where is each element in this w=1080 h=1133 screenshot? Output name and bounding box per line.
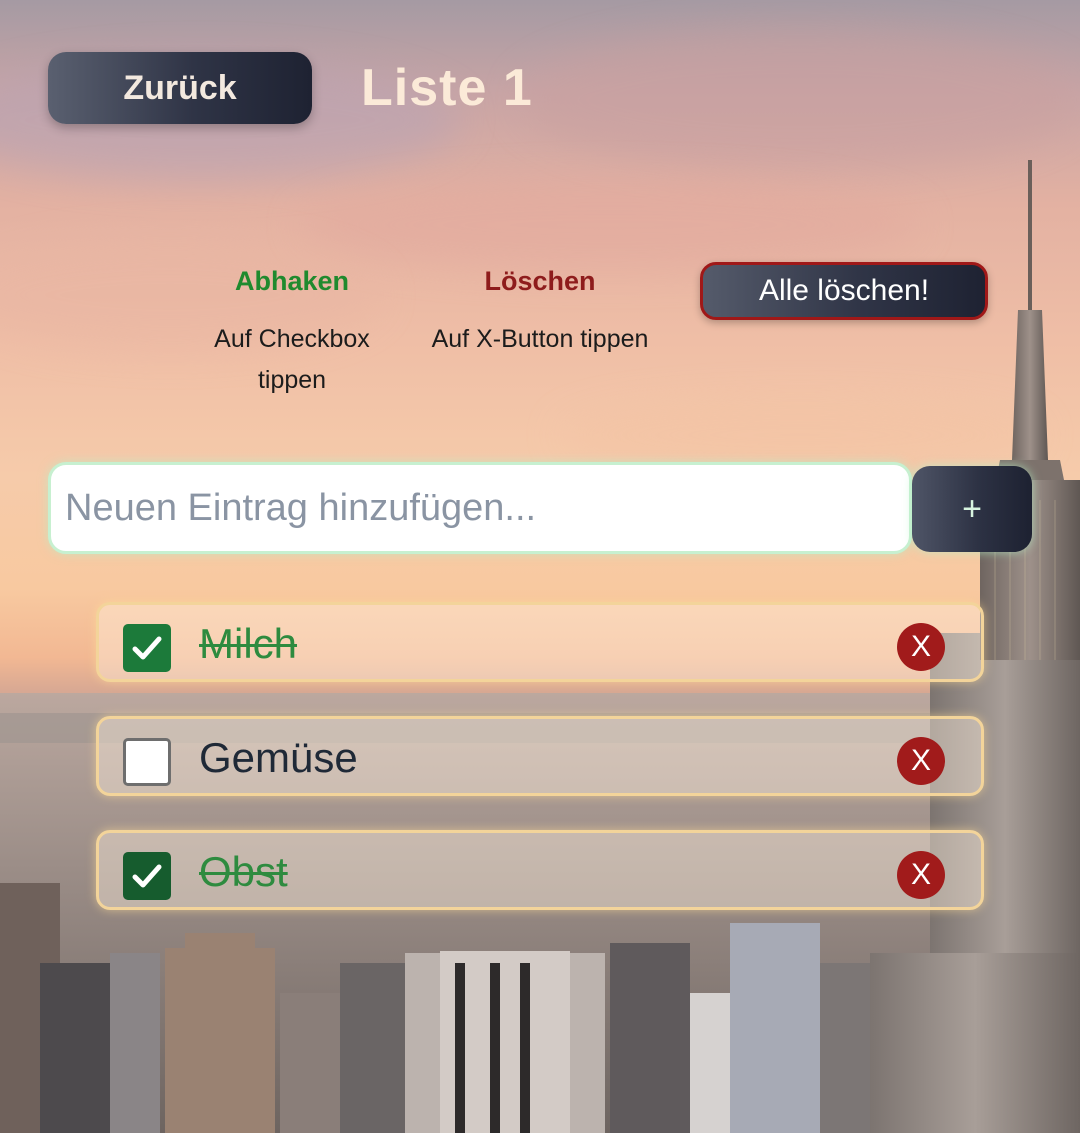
- todo-list: Milch X Gemüse X Obst X: [96, 602, 984, 944]
- hint-delete-title: Löschen: [484, 266, 596, 296]
- delete-item-button[interactable]: X: [897, 851, 945, 899]
- list-item: Milch X: [96, 602, 984, 682]
- check-icon: [132, 864, 162, 888]
- plus-icon: +: [962, 489, 982, 528]
- item-checkbox[interactable]: [123, 624, 171, 672]
- list-item: Obst X: [96, 830, 984, 910]
- item-label: Gemüse: [199, 734, 358, 781]
- item-checkbox[interactable]: [123, 852, 171, 900]
- close-x-icon: X: [910, 858, 931, 891]
- hint-check-title: Abhaken: [234, 266, 350, 296]
- back-button[interactable]: Zurück: [48, 52, 312, 124]
- hint-check-text: Auf Checkbox tippen: [214, 325, 370, 394]
- check-icon: [132, 636, 162, 660]
- item-label: Obst: [199, 848, 288, 895]
- hint-delete-text: Auf X-Button tippen: [431, 325, 649, 353]
- hint-check: Abhaken Auf Checkbox tippen: [192, 266, 392, 401]
- list-item: Gemüse X: [96, 716, 984, 796]
- tower-image: [980, 160, 1080, 660]
- delete-all-button[interactable]: Alle löschen!: [700, 262, 988, 320]
- delete-item-button[interactable]: X: [897, 623, 945, 671]
- hint-delete: Löschen Auf X-Button tippen: [412, 266, 668, 360]
- delete-all-label: Alle löschen!: [758, 274, 930, 307]
- delete-item-button[interactable]: X: [897, 737, 945, 785]
- close-x-icon: X: [910, 744, 931, 777]
- item-label: Milch: [199, 620, 298, 667]
- page-title: Liste 1: [361, 59, 533, 117]
- close-x-icon: X: [910, 630, 931, 663]
- new-entry-input[interactable]: [48, 462, 912, 554]
- back-button-label: Zurück: [123, 68, 237, 107]
- item-checkbox[interactable]: [123, 738, 171, 786]
- add-button[interactable]: +: [912, 466, 1032, 552]
